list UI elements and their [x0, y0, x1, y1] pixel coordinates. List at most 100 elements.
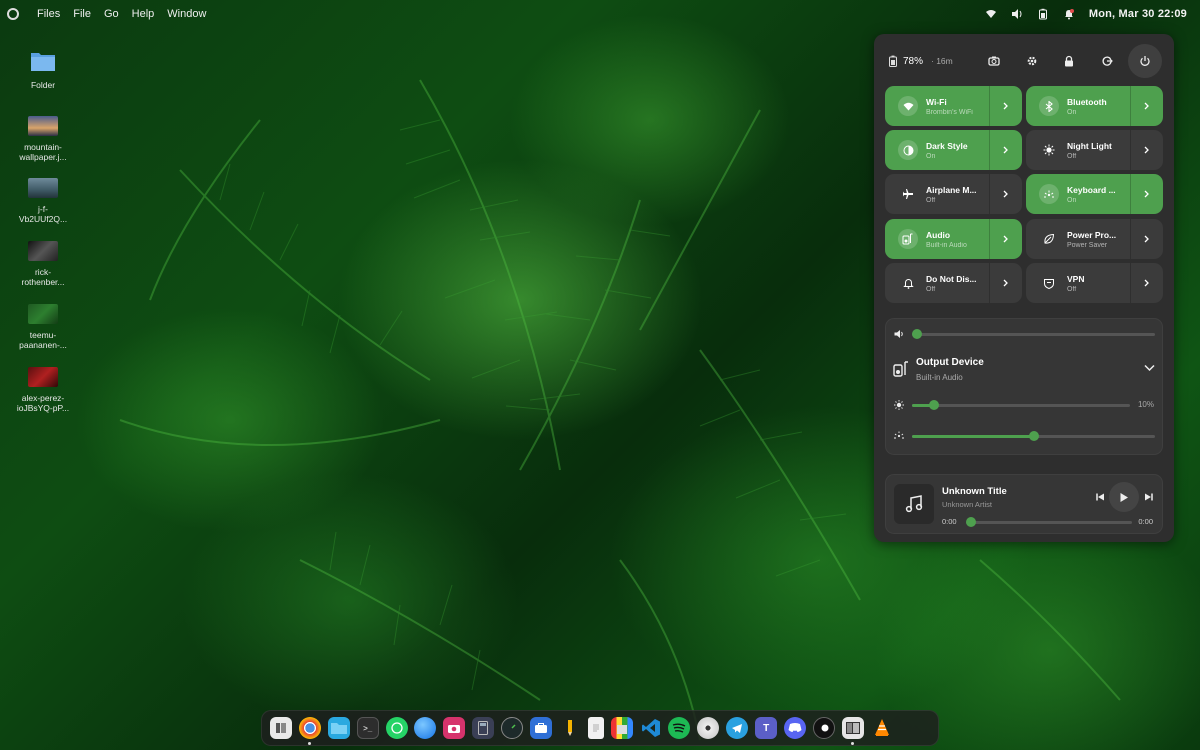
menu-files[interactable]: Files: [37, 8, 60, 20]
chevron-down-icon[interactable]: [1144, 364, 1155, 372]
dark-style-icon: [898, 140, 918, 160]
airplane-icon: [898, 184, 918, 204]
dock-app-archive[interactable]: [610, 717, 633, 739]
dock-app-software-store[interactable]: [530, 717, 553, 739]
tile-subtitle: Off: [926, 196, 936, 204]
lock-button[interactable]: [1052, 44, 1086, 78]
dock-app-terminal[interactable]: >_: [356, 717, 379, 739]
battery-status[interactable]: 78% · 16m: [888, 55, 953, 67]
speaker-icon: [893, 361, 908, 377]
tile-audio[interactable]: Audio Built-in Audio: [885, 219, 1022, 259]
keyboard-backlight-slider-knob[interactable]: [1028, 431, 1039, 441]
dock-app-teams[interactable]: T: [755, 717, 778, 739]
tile-power-profile[interactable]: Power Pro... Power Saver: [1026, 219, 1163, 259]
image-thumbnail-icon: [28, 367, 58, 387]
play-button[interactable]: [1109, 482, 1139, 512]
tile-expand-chevron-icon[interactable]: [1130, 174, 1163, 214]
clock[interactable]: Mon, Mar 30 22:09: [1089, 8, 1187, 20]
quick-settings-panel: 78% · 16m Wi-Fi Brombin's WiFi Bluetooth O…: [874, 34, 1174, 542]
brightness-slider[interactable]: [912, 400, 1130, 410]
dock-app-browser[interactable]: [414, 717, 437, 739]
dock-app-files-app[interactable]: [270, 717, 292, 739]
tile-title: Airplane M...: [926, 184, 977, 195]
tile-expand-chevron-icon[interactable]: [989, 130, 1022, 170]
running-indicator: [307, 742, 311, 745]
dock-app-text-editor[interactable]: [587, 717, 604, 739]
previous-track-icon[interactable]: [1095, 492, 1105, 502]
volume-icon: [894, 330, 903, 338]
tile-bluetooth[interactable]: Bluetooth On: [1026, 86, 1163, 126]
dock-app-pencil[interactable]: [559, 717, 581, 739]
settings-button[interactable]: [1015, 44, 1049, 78]
volume-slider[interactable]: [912, 329, 1155, 339]
tile-expand-chevron-icon[interactable]: [989, 219, 1022, 259]
tile-title: Power Pro...: [1067, 229, 1117, 240]
desktop-icon-folder[interactable]: Folder: [14, 50, 72, 90]
tile-airplane-mode[interactable]: Airplane M... Off: [885, 174, 1022, 214]
desktop-icon-image[interactable]: alex-perez- ioJBsYQ-pP...: [14, 367, 72, 413]
dock-app-vlc[interactable]: [871, 717, 893, 739]
dock-app-disks[interactable]: [697, 717, 720, 739]
next-track-icon[interactable]: [1144, 492, 1154, 502]
menu-go[interactable]: Go: [104, 8, 119, 20]
dock-app-toggle[interactable]: [812, 717, 835, 739]
screenshot-button[interactable]: [977, 44, 1011, 78]
tile-vpn[interactable]: VPN Off: [1026, 263, 1163, 303]
os-logo-icon[interactable]: [7, 8, 19, 20]
dock-app-vscode[interactable]: [640, 717, 662, 739]
spotify-icon: [673, 723, 686, 733]
tile-expand-chevron-icon[interactable]: [1130, 219, 1163, 259]
tile-title: Bluetooth: [1067, 96, 1107, 107]
dock-app-whatsapp[interactable]: [385, 717, 408, 739]
system-tray[interactable]: Mon, Mar 30 22:09: [985, 0, 1187, 28]
dock-app-workspace[interactable]: [841, 717, 864, 745]
menu-file[interactable]: File: [73, 8, 91, 20]
desktop-icon-image[interactable]: rick- rothenber...: [14, 241, 72, 287]
tile-expand-chevron-icon[interactable]: [1130, 86, 1163, 126]
telegram-icon: [732, 723, 743, 733]
wifi-icon[interactable]: [985, 8, 997, 20]
volume-icon[interactable]: [1011, 8, 1023, 20]
dock-app-discord[interactable]: [784, 717, 807, 739]
desktop-icon-label: alex-perez- ioJBsYQ-pP...: [16, 393, 70, 413]
tile-do-not-disturb[interactable]: Do Not Dis... Off: [885, 263, 1022, 303]
brightness-slider-knob[interactable]: [928, 400, 939, 410]
tile-expand-chevron-icon[interactable]: [1130, 130, 1163, 170]
dock-app-calculator[interactable]: [472, 717, 495, 739]
logout-button[interactable]: [1090, 44, 1124, 78]
media-progress-slider[interactable]: [966, 517, 1132, 527]
volume-slider-knob[interactable]: [912, 329, 922, 339]
archive-icon: [616, 725, 627, 734]
dock-app-telegram[interactable]: [726, 717, 749, 739]
tile-expand-chevron-icon[interactable]: [989, 174, 1022, 214]
media-progress-knob[interactable]: [966, 517, 976, 527]
tile-keyboard[interactable]: Keyboard ... On: [1026, 174, 1163, 214]
tile-expand-chevron-icon[interactable]: [989, 263, 1022, 303]
power-button[interactable]: [1128, 44, 1162, 78]
tile-night-light[interactable]: Night Light Off: [1026, 130, 1163, 170]
battery-icon[interactable]: [1037, 8, 1049, 20]
desktop-icon-image[interactable]: j-f- Vb2UUf2Q...: [14, 178, 72, 224]
desktop-icon-image[interactable]: teemu- paananen-...: [14, 304, 72, 350]
tile-wifi[interactable]: Wi-Fi Brombin's WiFi: [885, 86, 1022, 126]
dock-app-files[interactable]: [327, 717, 350, 739]
tile-dark-style[interactable]: Dark Style On: [885, 130, 1022, 170]
tile-expand-chevron-icon[interactable]: [989, 86, 1022, 126]
bag-icon: [535, 723, 548, 733]
menu-help[interactable]: Help: [132, 8, 155, 20]
tile-title: Audio: [926, 229, 951, 240]
dock-app-chrome[interactable]: [298, 717, 321, 745]
play-icon: [1120, 492, 1128, 502]
power-icon: [1140, 56, 1150, 66]
dock-app-camera[interactable]: [443, 717, 466, 739]
keyboard-backlight-slider[interactable]: [912, 431, 1155, 441]
tile-title: Wi-Fi: [926, 96, 947, 107]
menu-window[interactable]: Window: [167, 8, 206, 20]
desktop-icon-label: rick- rothenber...: [21, 267, 65, 287]
desktop-icon-image[interactable]: mountain- wallpaper.j...: [14, 116, 72, 162]
tile-expand-chevron-icon[interactable]: [1130, 263, 1163, 303]
dock-app-spotify[interactable]: [668, 717, 691, 739]
notification-icon[interactable]: [1063, 8, 1075, 20]
screenshot-icon: [988, 56, 1000, 66]
dock-app-system-monitor[interactable]: [501, 717, 524, 739]
